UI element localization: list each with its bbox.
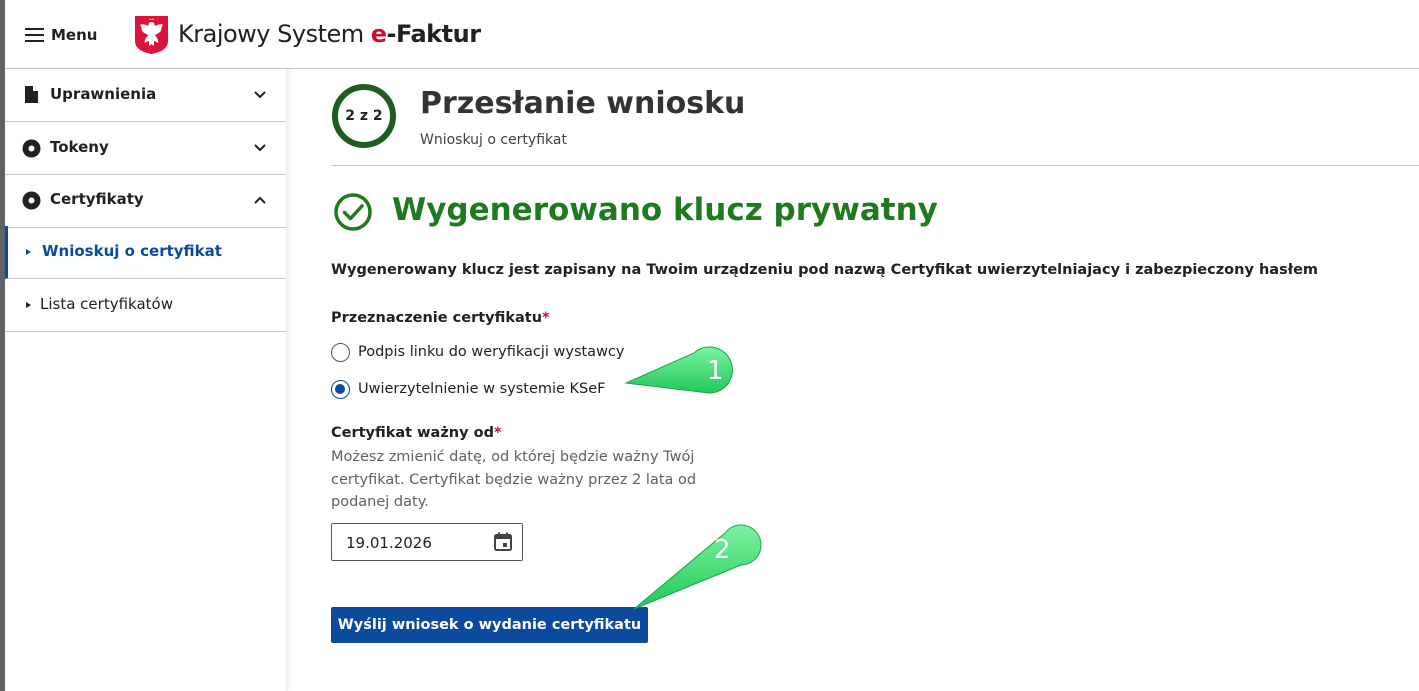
sidebar-item-uprawnienia[interactable]: Uprawnienia [5, 69, 286, 122]
info-text: Wygenerowany klucz jest zapisany na Twoi… [331, 262, 1319, 278]
sidebar-subitem-wnioskuj[interactable]: Wnioskuj o certyfikat [5, 226, 286, 279]
brand-title: Krajowy System e-Faktur [178, 20, 481, 48]
sidebar-subitem-lista[interactable]: Lista certyfikatów [5, 279, 286, 332]
sidebar-item-certyfikaty[interactable]: Certyfikaty [5, 175, 286, 228]
brand-prefix: Krajowy System [178, 20, 371, 48]
radio-label: Uwierzytelnienie w systemie KSeF [358, 381, 606, 397]
radio-label: Podpis linku do weryfikacji wystawcy [358, 344, 625, 360]
brand-e: e [370, 20, 387, 48]
disc-icon [22, 139, 41, 158]
divider [331, 165, 1419, 166]
purpose-label: Przeznaczenie certyfikatu* [331, 310, 550, 326]
step-indicator: 2 z 2 [332, 84, 396, 148]
hamburger-icon [25, 28, 44, 42]
date-value: 19.01.2026 [346, 534, 432, 552]
sidebar-item-label: Certyfikaty [50, 190, 144, 208]
calendar-icon[interactable] [492, 531, 514, 553]
menu-label: Menu [51, 26, 98, 44]
check-circle-icon [334, 193, 372, 231]
document-icon [25, 86, 38, 103]
sidebar-item-tokeny[interactable]: Tokeny [5, 122, 286, 175]
valid-from-label: Certyfikat ważny od* [331, 425, 502, 441]
polish-eagle-logo-icon [135, 16, 168, 54]
brand-suffix: -Faktur [386, 20, 482, 48]
submit-request-button[interactable]: Wyślij wniosek o wydanie certyfikatu [331, 607, 648, 643]
app-window: Menu Krajowy System e-Faktur Uprawnienia [5, 0, 1419, 691]
callout-number-2: 2 [714, 535, 731, 565]
sidebar-subitem-label: Lista certyfikatów [40, 295, 173, 313]
triangle-right-icon [26, 302, 31, 308]
sidebar-subitem-label: Wnioskuj o certyfikat [42, 242, 222, 260]
chevron-down-icon [254, 144, 266, 152]
disc-icon [22, 191, 41, 210]
purpose-label-text: Przeznaczenie certyfikatu [331, 310, 543, 326]
required-mark: * [493, 425, 502, 441]
radio-option-podpis[interactable]: Podpis linku do weryfikacji wystawcy [331, 341, 624, 363]
callout-2-bubble [633, 524, 762, 610]
required-mark: * [542, 310, 550, 326]
chevron-up-icon [254, 196, 266, 204]
page-title: Przesłanie wniosku [420, 86, 746, 121]
sidebar-item-label: Uprawnienia [50, 85, 157, 103]
sidebar-item-label: Tokeny [50, 138, 109, 156]
success-title: Wygenerowano klucz prywatny [392, 192, 938, 228]
radio-option-uwierzytelnienie[interactable]: Uwierzytelnienie w systemie KSeF [331, 378, 606, 400]
chevron-down-icon [254, 91, 266, 99]
radio-button-checked[interactable] [331, 379, 350, 399]
valid-from-help: Możesz zmienić datę, od której będzie wa… [331, 449, 697, 510]
triangle-right-icon [26, 249, 31, 255]
valid-from-date-input[interactable]: 19.01.2026 [331, 523, 523, 561]
page-subtitle: Wnioskuj o certyfikat [420, 132, 567, 148]
sidebar: Uprawnienia Tokeny Certyfikaty Wnioskuj … [5, 69, 287, 691]
valid-from-label-text: Certyfikat ważny od [331, 425, 494, 441]
menu-button[interactable]: Menu [25, 22, 97, 48]
callout-number-1: 1 [707, 356, 724, 386]
radio-button[interactable] [331, 342, 350, 362]
top-header: Menu Krajowy System e-Faktur [5, 0, 1419, 69]
